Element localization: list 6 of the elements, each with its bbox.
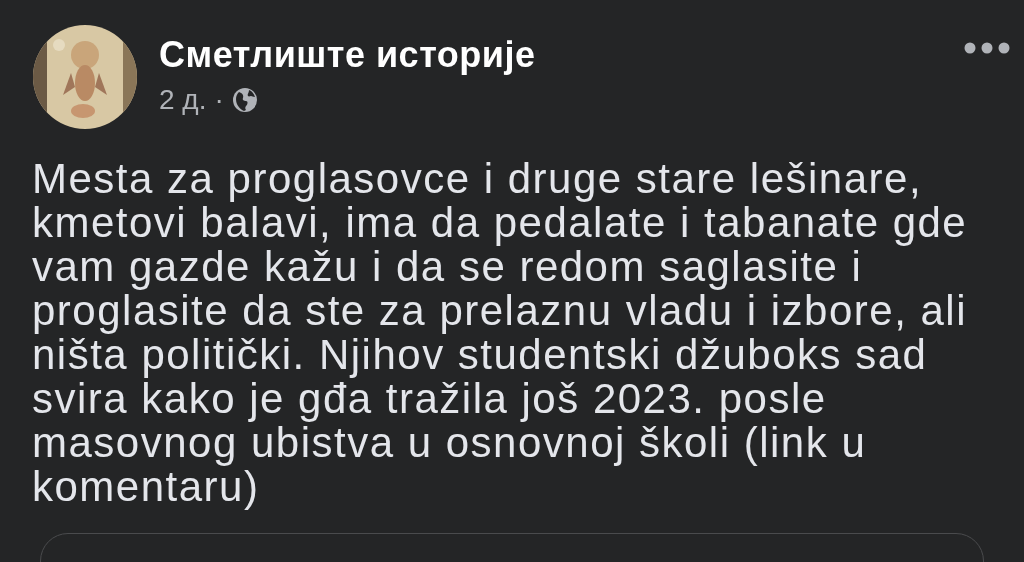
globe-icon <box>231 87 258 113</box>
post-time[interactable]: 2 д. <box>159 85 207 115</box>
separator-dot: · <box>214 85 224 115</box>
page-name[interactable]: Сметлиште историје <box>159 35 536 75</box>
more-options-icon[interactable] <box>964 42 1010 54</box>
post-text: Mesta za proglasovce i druge stare lešinare, kmetovi balavi, ima da pedalate i tabanate gde vam gazde kažu i da se redom saglasite i proglasite da ste za prelaznu vladu i izbore, ali ništa politički. Njihov studentski džuboks sad svira kako je gđa tražila još 2023. posle masovnog ubistva u osnovnoj školi (link u komentaru) <box>31 157 969 509</box>
